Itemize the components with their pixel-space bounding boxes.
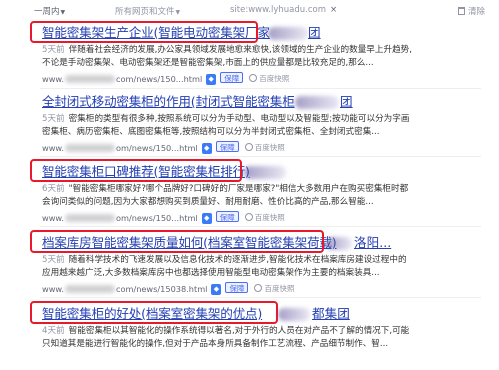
result-title-link[interactable]: 全封闭式移动密集柜的作用(封闭式智能密集柜 xyxy=(42,93,295,111)
snippet-line-1: 随着科学技术的飞速发展以及信息化技术的逐渐进步,智能化技术在档案库房建设过程中的 xyxy=(68,255,407,265)
url-prefix: www. xyxy=(42,74,64,84)
result-snippet: 6天前 "智能密集柜哪家好?哪个品牌好?口碑好的厂家是哪家?"相信大多数用户在购买… xyxy=(42,182,478,196)
result-url[interactable]: www. com/news/15038.html ◆ 保障 百度快照 xyxy=(42,282,294,295)
snapshot-link[interactable]: 百度快照 xyxy=(249,73,289,84)
url-tail: com/news/15038.html xyxy=(115,284,208,294)
result-age: 5天前 xyxy=(42,255,65,265)
snapshot-link[interactable]: 百度快照 xyxy=(244,142,285,153)
snapshot-icon xyxy=(254,284,263,292)
url-tail: om/news/150...html xyxy=(115,143,198,153)
redacted-blur xyxy=(268,27,308,40)
snapshot-label: 百度快照 xyxy=(254,143,285,152)
result-snippet-line-2: 不论是手动密集架、电动密集架还是智能密集架,市面上的供应量都是比较充足的,那么.… xyxy=(42,58,374,68)
divider xyxy=(40,226,481,227)
url-prefix: www. xyxy=(42,213,64,223)
result-title-link[interactable]: 档案库房智能密集架质量如何(档案室智能密集架荷载) xyxy=(42,234,337,252)
snapshot-icon xyxy=(249,74,258,82)
search-result: 全封闭式移动密集柜的作用(封闭式智能密集柜 团 5天前 密集柜的类型有很多种,按照… xyxy=(42,93,491,155)
result-title-link[interactable]: 智能密集架生产企业(智能电动密集架厂家 xyxy=(42,24,270,42)
guarantee-badge[interactable]: 保障 xyxy=(220,72,244,83)
divider xyxy=(40,88,481,89)
result-age: 5天前 xyxy=(42,45,65,55)
divider xyxy=(40,297,481,298)
redacted-blur xyxy=(64,75,115,83)
snapshot-label: 百度快照 xyxy=(259,74,290,83)
result-title-suffix[interactable]: 团 xyxy=(340,93,353,111)
redacted-blur xyxy=(244,166,286,179)
redacted-blur xyxy=(64,144,115,152)
divider xyxy=(40,156,481,157)
snippet-line-1: 智能密集柜以其智能化的操作系统得以著名,对于外行的人员在对产品不了解的情况下,可… xyxy=(68,326,410,336)
snapshot-link[interactable]: 百度快照 xyxy=(244,212,285,223)
result-age: 5天前 xyxy=(42,114,65,124)
result-url[interactable]: www. com/news/150...html ◆ 保障 百度快照 xyxy=(42,72,289,85)
redacted-blur xyxy=(64,214,115,222)
site-filter[interactable]: site:www.lyhuadu.com × xyxy=(230,5,337,15)
url-tail: com/news/150...html xyxy=(115,74,203,84)
result-snippet-line-2: 只知道其是能进行智能化的操作,但对于产品本身所具备制作工艺流程、产品细节制作、智… xyxy=(42,339,389,349)
url-prefix: www. xyxy=(42,143,64,153)
result-title-suffix[interactable]: 洛阳... xyxy=(354,234,391,252)
snapshot-link[interactable]: 百度快照 xyxy=(254,283,294,294)
type-filter-dropdown[interactable]: 所有网页和文件▼ xyxy=(115,5,180,17)
result-snippet: 5天前 密集柜的类型有很多种,按照系统可以分为手动型、电动型以及智能型;按功能可以… xyxy=(42,112,478,126)
time-filter-dropdown[interactable]: 一周内▼ xyxy=(34,5,65,17)
result-url[interactable]: www. om/news/150...html ◆ 保障 百度快照 xyxy=(42,211,285,224)
result-snippet-line-2: 密集柜、病历密集柜、底图密集柜等,按照结构可以分为半封闭式密集柜、全封闭式密集.… xyxy=(42,127,380,137)
url-prefix: www. xyxy=(42,284,64,294)
clear-filters-label: 清除 xyxy=(467,7,485,17)
snapshot-icon xyxy=(244,143,253,151)
result-age: 4天前 xyxy=(42,326,65,336)
snapshot-label: 百度快照 xyxy=(254,213,285,222)
guarantee-badge[interactable]: 保障 xyxy=(215,211,239,222)
result-snippet-line-2: 会询问类似的问题,因为大家都想购买到质量好、耐用耐磨、性价比高的产品,那么智能.… xyxy=(42,197,374,207)
guarantee-badge[interactable]: 保障 xyxy=(215,141,239,152)
url-tail: om/news/150...html xyxy=(115,213,198,223)
shield-icon: ◆ xyxy=(201,143,212,154)
search-result: 档案库房智能密集架质量如何(档案室智能密集架荷载) 洛阳... 5天前 随着科学技… xyxy=(30,230,491,296)
result-title-link[interactable]: 智能密集柜口碑推荐(智能密集柜排行) xyxy=(42,163,250,181)
redacted-blur xyxy=(295,96,339,109)
search-result: 智能密集架生产企业(智能电动密集架厂家 团 5天前 伴随着社会经济的发展,办公家具… xyxy=(30,21,491,86)
result-age: 6天前 xyxy=(42,184,65,194)
time-filter-label: 一周内 xyxy=(34,7,60,17)
result-title-link[interactable]: 智能密集柜的好处(档案室密集架的优点) xyxy=(42,305,262,323)
clear-filters-button[interactable]: 清除 xyxy=(457,5,485,17)
chevron-down-icon: ▼ xyxy=(175,9,181,16)
snapshot-label: 百度快照 xyxy=(264,284,295,293)
type-filter-label: 所有网页和文件 xyxy=(115,7,175,17)
snapshot-icon xyxy=(244,213,253,221)
result-snippet: 5天前 随着科学技术的飞速发展以及信息化技术的逐渐进步,智能化技术在档案库房建设过… xyxy=(42,253,478,267)
shield-icon: ◆ xyxy=(211,284,222,295)
guarantee-badge[interactable]: 保障 xyxy=(225,282,249,293)
trash-icon xyxy=(457,7,465,15)
shield-icon: ◆ xyxy=(201,213,212,224)
shield-icon: ◆ xyxy=(206,74,217,85)
search-filter-bar: 一周内▼ 所有网页和文件▼ site:www.lyhuadu.com × 清除 xyxy=(34,5,485,19)
chevron-down-icon: ▼ xyxy=(60,9,66,16)
result-title-suffix[interactable]: 团 xyxy=(308,24,321,42)
site-filter-label: site:www.lyhuadu.com xyxy=(230,5,327,15)
redacted-blur xyxy=(326,237,352,250)
snippet-line-1: 密集柜的类型有很多种,按照系统可以分为手动型、电动型以及智能型;按功能可以分为字… xyxy=(68,114,410,124)
result-url[interactable]: www. om/news/150...html ◆ 保障 百度快照 xyxy=(42,141,285,154)
redacted-blur xyxy=(64,285,115,293)
search-result: 智能密集柜的好处(档案室密集架的优点) 都集团 4天前 智能密集柜以其智能化的操作… xyxy=(30,301,491,367)
result-snippet: 5天前 伴随着社会经济的发展,办公家具领域发展地愈来愈快,该领域的生产企业的数量早… xyxy=(42,43,478,57)
snippet-line-1: "智能密集柜哪家好?哪个品牌好?口碑好的厂家是哪家?"相信大多数用户在购买密集柜… xyxy=(68,184,409,194)
close-icon[interactable]: × xyxy=(330,5,337,15)
result-title-suffix[interactable]: 都集团 xyxy=(312,305,350,323)
search-result: 智能密集柜口碑推荐(智能密集柜排行) 6天前 "智能密集柜哪家好?哪个品牌好?口碑… xyxy=(30,159,491,225)
snippet-line-1: 伴随着社会经济的发展,办公家具领域发展地愈来愈快,该领域的生产企业的数量早上升趋… xyxy=(68,45,413,55)
redacted-blur xyxy=(278,308,310,321)
result-snippet-line-2: 应用越来越广泛,大多数档案库房中也都选择使用智能型电动密集架作为主要的档案装具.… xyxy=(42,268,380,278)
result-snippet: 4天前 智能密集柜以其智能化的操作系统得以著名,对于外行的人员在对产品不了解的情况… xyxy=(42,324,478,338)
